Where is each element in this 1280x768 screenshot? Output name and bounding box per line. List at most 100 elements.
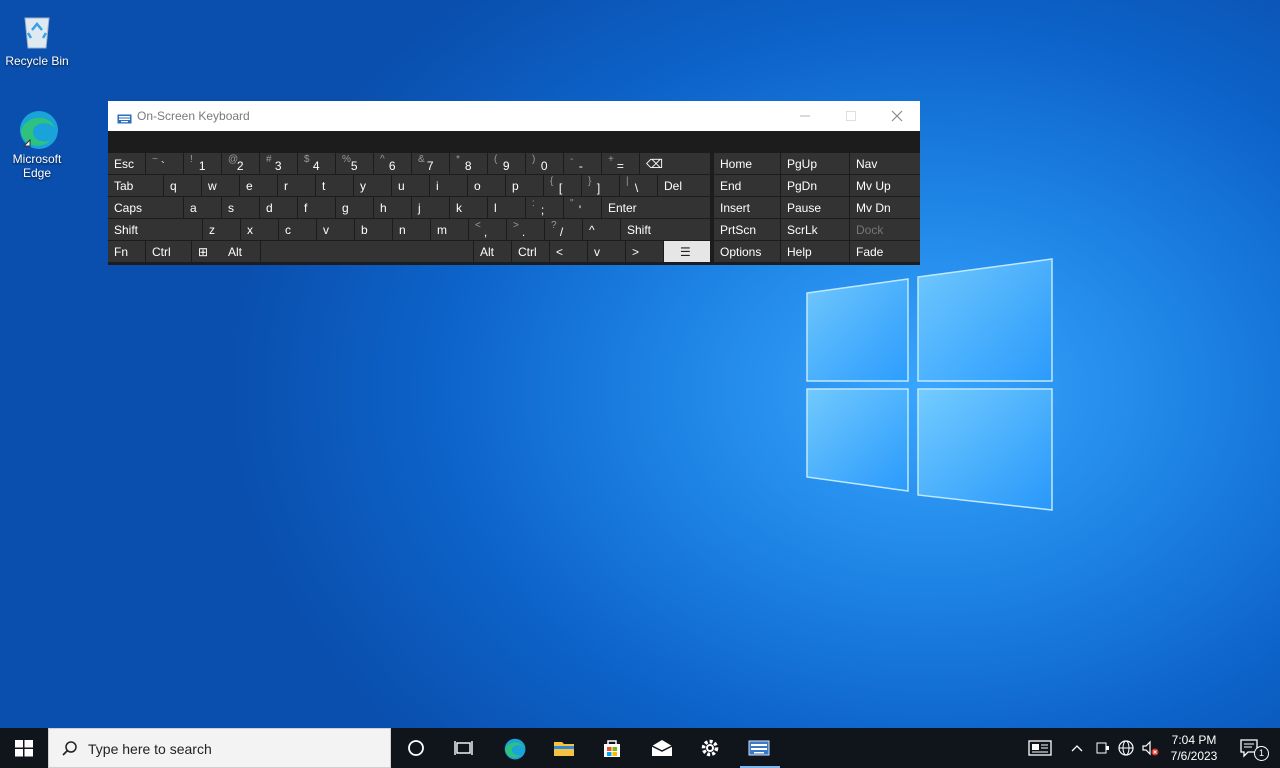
- key-symbol[interactable]: ^: [583, 219, 620, 240]
- key-g[interactable]: g: [336, 197, 373, 218]
- key-fn[interactable]: Fn: [108, 241, 145, 262]
- key-6[interactable]: ^ 6: [374, 153, 411, 174]
- key-symbol[interactable]: | \: [620, 175, 657, 196]
- key-symbol[interactable]: <: [550, 241, 587, 262]
- key-alt[interactable]: Alt: [222, 241, 260, 262]
- key-symbol[interactable]: {[: [544, 175, 581, 196]
- key-e[interactable]: e: [240, 175, 277, 196]
- key-end[interactable]: End: [714, 175, 780, 196]
- key-4[interactable]: $4: [298, 153, 335, 174]
- key-p[interactable]: p: [506, 175, 543, 196]
- key-scrlk[interactable]: ScrLk: [781, 219, 849, 240]
- title-bar[interactable]: On-Screen Keyboard: [108, 101, 920, 131]
- key-9[interactable]: (9: [488, 153, 525, 174]
- cortana-button[interactable]: [392, 728, 440, 768]
- key-del[interactable]: Del: [658, 175, 710, 196]
- key-7[interactable]: & 7: [412, 153, 449, 174]
- key-1[interactable]: ! 1: [184, 153, 221, 174]
- desktop-icon-recycle-bin[interactable]: Recycle Bin: [1, 8, 73, 68]
- key-fade[interactable]: Fade: [850, 241, 920, 262]
- key-s[interactable]: s: [222, 197, 259, 218]
- key-caps[interactable]: Caps: [108, 197, 183, 218]
- key-8[interactable]: * 8: [450, 153, 487, 174]
- key-home[interactable]: Home: [714, 153, 780, 174]
- taskbar-store[interactable]: [588, 728, 636, 768]
- key-r[interactable]: r: [278, 175, 315, 196]
- key-shift[interactable]: Shift: [108, 219, 202, 240]
- key-d[interactable]: d: [260, 197, 297, 218]
- notification-center-button[interactable]: 1: [1234, 728, 1274, 768]
- key-o[interactable]: o: [468, 175, 505, 196]
- minimize-button[interactable]: [782, 101, 828, 131]
- key-symbol[interactable]: --: [564, 153, 601, 174]
- key-backtick[interactable]: ~ `: [146, 153, 183, 174]
- key-f[interactable]: f: [298, 197, 335, 218]
- key-shift[interactable]: Shift: [621, 219, 710, 240]
- network-button[interactable]: [1117, 728, 1137, 768]
- taskbar-mail[interactable]: [638, 728, 686, 768]
- key-h[interactable]: h: [374, 197, 411, 218]
- key-t[interactable]: t: [316, 175, 353, 196]
- key-n[interactable]: n: [393, 219, 430, 240]
- key-pgdn[interactable]: PgDn: [781, 175, 849, 196]
- device-button[interactable]: [1094, 728, 1112, 768]
- key-b[interactable]: b: [355, 219, 392, 240]
- key-x[interactable]: x: [241, 219, 278, 240]
- key-y[interactable]: y: [354, 175, 391, 196]
- key-u[interactable]: u: [392, 175, 429, 196]
- taskbar-on-screen-keyboard[interactable]: [736, 728, 784, 768]
- key-insert[interactable]: Insert: [714, 197, 780, 218]
- key-symbol[interactable]: <,: [469, 219, 506, 240]
- key-0[interactable]: ) 0: [526, 153, 563, 174]
- close-button[interactable]: [874, 101, 920, 131]
- show-hidden-icons-button[interactable]: [1070, 728, 1088, 768]
- key-ctrl[interactable]: Ctrl: [146, 241, 191, 262]
- start-button[interactable]: [0, 728, 48, 768]
- key-w[interactable]: w: [202, 175, 239, 196]
- taskbar-edge[interactable]: [490, 728, 538, 768]
- key-symbol[interactable]: ? /: [545, 219, 582, 240]
- key-k[interactable]: k: [450, 197, 487, 218]
- key-c[interactable]: c: [279, 219, 316, 240]
- key-symbol[interactable]: >.: [507, 219, 544, 240]
- key-5[interactable]: % 5: [336, 153, 373, 174]
- key-a[interactable]: a: [184, 197, 221, 218]
- key-prtscn[interactable]: PrtScn: [714, 219, 780, 240]
- taskbar-settings[interactable]: [686, 728, 734, 768]
- key-mv-dn[interactable]: Mv Dn: [850, 197, 920, 218]
- key-2[interactable]: @2: [222, 153, 259, 174]
- key-3[interactable]: #3: [260, 153, 297, 174]
- system-clock[interactable]: 7:04 PM 7/6/2023: [1162, 732, 1226, 764]
- key-v[interactable]: v: [317, 219, 354, 240]
- maximize-button[interactable]: [828, 101, 874, 131]
- key-nav[interactable]: Nav: [850, 153, 920, 174]
- key-enter[interactable]: Enter: [602, 197, 710, 218]
- key-menu[interactable]: ☰: [664, 241, 710, 262]
- key-help[interactable]: Help: [781, 241, 849, 262]
- desktop-icon-edge[interactable]: Microsoft Edge: [1, 106, 73, 180]
- taskbar-file-explorer[interactable]: [540, 728, 588, 768]
- key-symbol[interactable]: " ': [564, 197, 601, 218]
- news-widget-button[interactable]: [1028, 728, 1058, 768]
- key-m[interactable]: m: [431, 219, 468, 240]
- key-v[interactable]: v: [588, 241, 625, 262]
- key-alt[interactable]: Alt: [474, 241, 511, 262]
- task-view-button[interactable]: [440, 728, 488, 768]
- search-box[interactable]: Type here to search: [48, 728, 391, 768]
- key-symbol[interactable]: ⌫: [640, 153, 710, 174]
- key-ctrl[interactable]: Ctrl: [512, 241, 549, 262]
- key-pause[interactable]: Pause: [781, 197, 849, 218]
- key-j[interactable]: j: [412, 197, 449, 218]
- key-options[interactable]: Options: [714, 241, 780, 262]
- key-symbol[interactable]: :;: [526, 197, 563, 218]
- key-mv-up[interactable]: Mv Up: [850, 175, 920, 196]
- key-tab[interactable]: Tab: [108, 175, 163, 196]
- key-l[interactable]: l: [488, 197, 525, 218]
- key-esc[interactable]: Esc: [108, 153, 145, 174]
- key-space[interactable]: [261, 241, 473, 262]
- key-pgup[interactable]: PgUp: [781, 153, 849, 174]
- key-i[interactable]: i: [430, 175, 467, 196]
- key-symbol[interactable]: }]: [582, 175, 619, 196]
- key-q[interactable]: q: [164, 175, 201, 196]
- key-z[interactable]: z: [203, 219, 240, 240]
